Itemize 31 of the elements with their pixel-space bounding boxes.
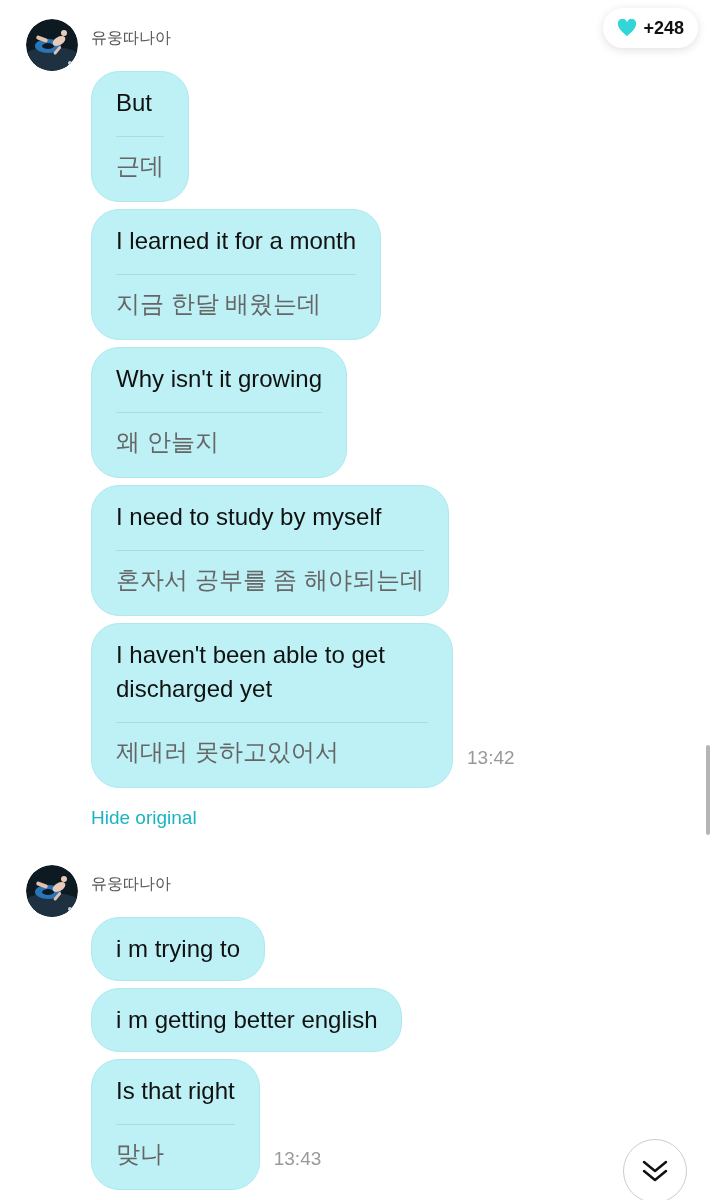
message-text: i m getting better english: [116, 1004, 378, 1035]
likes-badge[interactable]: +248: [603, 8, 698, 48]
translation-text: 혼자서 공부를 좀 해야되는데: [116, 565, 424, 595]
message-text: Is that right: [116, 1075, 235, 1106]
translation-text: 근데: [116, 151, 164, 181]
message-text: Why isn't it growing: [116, 364, 322, 394]
message-bubble[interactable]: i m getting better english: [91, 987, 403, 1052]
message-bubble[interactable]: I haven't been able to get discharged yet 제대러 못하고있어서: [91, 623, 453, 788]
message-text: i m trying to: [116, 933, 241, 964]
likes-count: +248: [643, 16, 684, 40]
translation-text: 제대러 못하고있어서: [116, 737, 340, 767]
message-bubble[interactable]: Why isn't it growing 왜 안늘지: [91, 347, 347, 478]
translation-text: 지금 한달 배웠는데: [116, 289, 323, 319]
message-bubble[interactable]: i m trying to: [91, 916, 266, 981]
sender-name: 유웅따나아: [91, 873, 171, 894]
message-bubble[interactable]: But 근데: [91, 71, 189, 202]
translation-text: 맞나: [116, 1138, 165, 1169]
double-chevron-down-icon: [642, 1159, 668, 1183]
sender-name: 유웅따나아: [91, 28, 171, 48]
scrollbar[interactable]: [706, 745, 710, 835]
translation-text: 왜 안늘지: [116, 427, 220, 457]
message-bubble[interactable]: I need to study by myself 혼자서 공부를 좀 해야되는데: [91, 485, 449, 616]
message-text: But: [116, 88, 154, 118]
message-text: I haven't been able to get discharged yet: [116, 640, 386, 704]
message-text: I learned it for a month: [116, 226, 357, 256]
message-bubble[interactable]: I learned it for a month 지금 한달 배웠는데: [91, 209, 382, 340]
message-time: 13:43: [273, 1147, 322, 1171]
message-time: 13:42: [467, 745, 515, 770]
message-bubble[interactable]: Is that right 맞나: [91, 1058, 260, 1190]
message-text: I need to study by myself: [116, 502, 383, 532]
heart-icon: [617, 19, 638, 37]
